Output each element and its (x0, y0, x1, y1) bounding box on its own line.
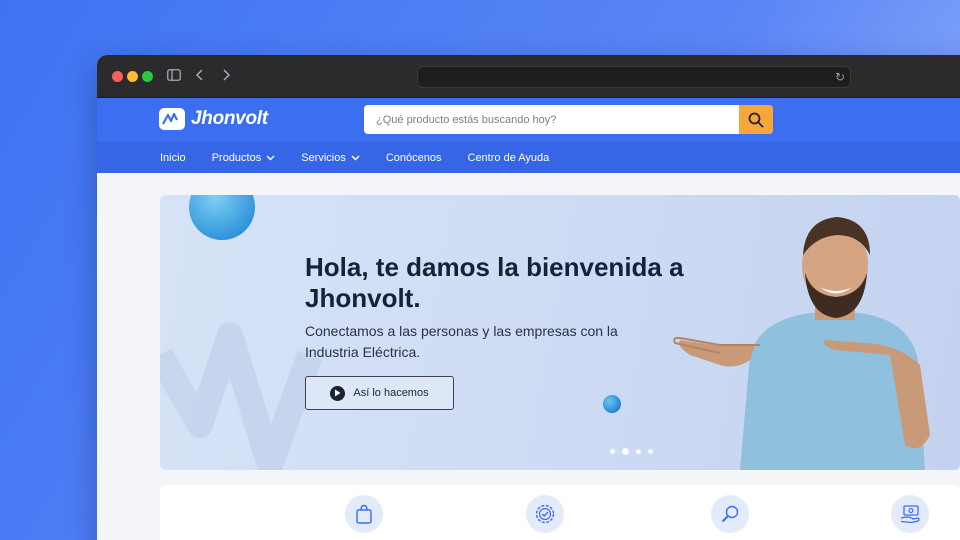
search-input[interactable] (364, 105, 739, 134)
carousel-dot-active[interactable] (622, 448, 629, 455)
nav-item-label: Inicio (160, 151, 186, 164)
search-icon (748, 112, 764, 128)
nav-item-productos[interactable]: Productos (212, 152, 276, 164)
hero-banner: Hola, te damos la bienvenida a Jhonvolt.… (160, 195, 960, 470)
how-we-do-it-label: Así lo hacemos (353, 387, 429, 399)
logo[interactable]: Jhonvolt (159, 108, 268, 130)
minimize-window-button[interactable] (127, 71, 138, 82)
hero-title: Hola, te damos la bienvenida a Jhonvolt. (305, 252, 684, 313)
play-icon (330, 385, 346, 401)
hero-subtitle: Conectamos a las personas y las empresas… (305, 323, 618, 360)
nav-item-label: Conócenos (385, 151, 442, 164)
forward-icon[interactable] (221, 67, 231, 85)
back-icon[interactable] (195, 67, 205, 85)
nav-item-conocenos[interactable]: Conócenos (386, 152, 442, 164)
site-header: Jhonvolt (97, 98, 960, 142)
nav-item-label: Servicios (301, 151, 346, 164)
decor-sphere (603, 395, 621, 413)
sidebar-icon[interactable] (167, 67, 181, 85)
search-tool-icon[interactable] (711, 495, 749, 533)
logo-text: Jhonvolt (191, 108, 268, 129)
browser-window: ↻ Jhonvolt Inicio Productos Servicios Co… (97, 55, 960, 540)
carousel-dot[interactable] (610, 449, 615, 454)
search-box (364, 105, 773, 134)
address-bar[interactable]: ↻ (417, 66, 851, 88)
logo-mark-icon (159, 108, 185, 130)
maximize-window-button[interactable] (142, 71, 153, 82)
features-strip (160, 485, 960, 540)
chevron-down-icon (266, 155, 275, 160)
carousel-dots (610, 448, 653, 455)
main-nav: Inicio Productos Servicios Conócenos Cen… (97, 142, 960, 173)
carousel-dot[interactable] (636, 449, 641, 454)
close-window-button[interactable] (112, 71, 123, 82)
decor-bolt (160, 322, 323, 470)
carousel-dot[interactable] (648, 449, 653, 454)
decor-sphere (189, 195, 255, 240)
search-button[interactable] (739, 105, 773, 134)
nav-item-centro-de-ayuda[interactable]: Centro de Ayuda (468, 152, 550, 164)
verified-badge-icon[interactable] (526, 495, 564, 533)
chevron-down-icon (351, 155, 360, 160)
shopping-bag-icon[interactable] (345, 495, 383, 533)
nav-item-inicio[interactable]: Inicio (160, 152, 186, 164)
browser-toolbar: ↻ (97, 55, 960, 98)
how-we-do-it-button[interactable]: Así lo hacemos (305, 376, 454, 410)
nav-item-label: Centro de Ayuda (467, 151, 550, 164)
reload-icon[interactable]: ↻ (835, 70, 845, 84)
nav-item-servicios[interactable]: Servicios (301, 152, 360, 164)
payment-hand-icon[interactable] (891, 495, 929, 533)
nav-item-label: Productos (211, 151, 262, 164)
